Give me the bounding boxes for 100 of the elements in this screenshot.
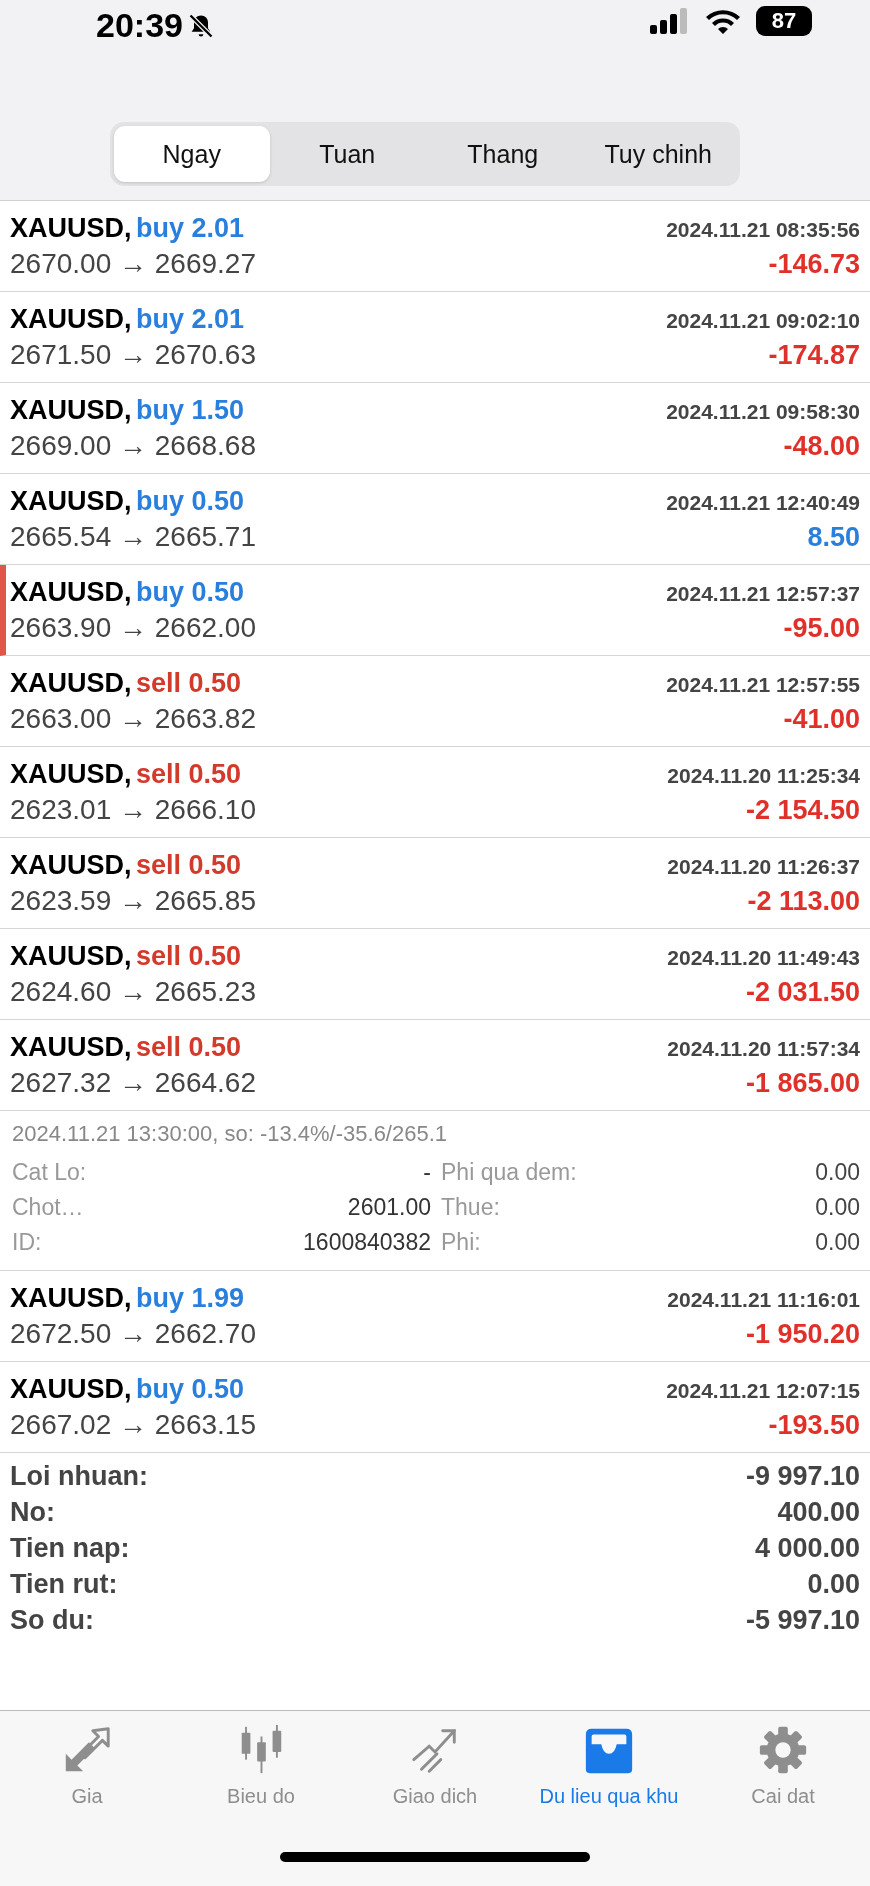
detail-label: ID: <box>12 1229 42 1256</box>
signal-icon <box>650 8 690 34</box>
deal-volume: buy 2.01 <box>135 212 245 243</box>
total-label: Tien rut: <box>10 1569 118 1600</box>
total-value: 4 000.00 <box>754 1533 860 1564</box>
deal-profit: -1 865.00 <box>745 1067 860 1099</box>
deal-volume: buy 0.50 <box>135 576 245 607</box>
deal-time: 2024.11.21 08:35:56 <box>666 217 860 242</box>
detail-label: Thue: <box>441 1194 500 1221</box>
detail-value: 0.00 <box>814 1194 860 1221</box>
deal-profit: -48.00 <box>783 430 860 462</box>
deal-symbol: XAUUSD, <box>10 303 132 334</box>
deal-volume: sell 0.50 <box>135 667 242 698</box>
period-tab[interactable]: Thang <box>425 126 581 182</box>
deal-summary: 2024.11.21 13:30:00, so: -13.4%/-35.6/265.1 <box>12 1121 449 1147</box>
deal-volume: buy 2.01 <box>135 303 245 334</box>
deal-time: 2024.11.21 11:16:01 <box>667 1287 860 1312</box>
period-tab[interactable]: Tuan <box>269 126 425 182</box>
total-label: Loi nhuan: <box>10 1461 148 1492</box>
deal-volume: sell 0.50 <box>135 940 242 971</box>
deal-row[interactable]: XAUUSD, buy 2.01 2024.11.21 08:35:56 2670.00 → 2669.27 -146.73 <box>0 201 870 292</box>
deal-prices: 2663.90 → 2662.00 <box>10 611 256 644</box>
deal-row[interactable]: XAUUSD, buy 0.50 2024.11.21 12:40:49 2665.54 → 2665.71 8.50 <box>0 474 870 565</box>
deal-row[interactable]: XAUUSD, buy 1.99 2024.11.21 11:16:01 2672.50 → 2662.70 -1 950.20 <box>0 1271 870 1362</box>
deal-time: 2024.11.21 09:02:10 <box>666 308 860 333</box>
deal-time: 2024.11.21 12:57:55 <box>666 672 860 697</box>
deal-volume: buy 0.50 <box>135 485 245 516</box>
detail-value: 1600840382 <box>302 1229 431 1256</box>
deal-row[interactable]: XAUUSD, sell 0.50 2024.11.20 11:26:37 2623.59 → 2665.85 -2 113.00 <box>0 838 870 929</box>
battery-icon: 87 <box>756 6 812 36</box>
deal-prices: 2623.59 → 2665.85 <box>10 884 256 917</box>
deal-row[interactable]: XAUUSD, sell 0.50 2024.11.21 12:57:55 2663.00 → 2663.82 -41.00 <box>0 656 870 747</box>
deal-volume: sell 0.50 <box>135 1031 242 1062</box>
deal-prices: 2669.00 → 2668.68 <box>10 429 256 462</box>
deal-row[interactable]: XAUUSD, buy 0.50 2024.11.21 12:07:15 2667.02 → 2663.15 -193.50 <box>0 1362 870 1453</box>
deal-row[interactable]: XAUUSD, sell 0.50 2024.11.20 11:57:34 2627.32 → 2664.62 -1 865.00 <box>0 1020 870 1111</box>
detail-value: 0.00 <box>814 1159 860 1186</box>
deal-profit: -2 154.50 <box>745 794 860 826</box>
deal-profit: 8.50 <box>807 521 860 553</box>
deal-time: 2024.11.20 11:57:34 <box>667 1036 860 1061</box>
deal-profit: -193.50 <box>768 1409 860 1441</box>
muted-bell-icon <box>186 11 215 40</box>
detail-label: Cat Lo: <box>12 1159 87 1186</box>
deal-symbol: XAUUSD, <box>10 212 132 243</box>
deal-symbol: XAUUSD, <box>10 667 132 698</box>
deal-profit: -41.00 <box>783 703 860 735</box>
total-value: 0.00 <box>807 1569 860 1600</box>
deal-prices: 2665.54 → 2665.71 <box>10 520 256 553</box>
deal-time: 2024.11.20 11:49:43 <box>667 945 860 970</box>
deal-row[interactable]: XAUUSD, buy 1.50 2024.11.21 09:58:30 2669.00 → 2668.68 -48.00 <box>0 383 870 474</box>
deal-row[interactable]: XAUUSD, sell 0.50 2024.11.20 11:49:43 2624.60 → 2665.23 -2 031.50 <box>0 929 870 1020</box>
deal-row[interactable]: XAUUSD, buy 0.50 2024.11.21 12:57:37 2663.90 → 2662.00 -95.00 <box>0 565 870 656</box>
detail-label: Chot… <box>12 1194 84 1221</box>
deal-symbol: XAUUSD, <box>10 1031 132 1062</box>
nav-tab[interactable]: Du lieu qua khu <box>522 1723 696 1808</box>
deal-prices: 2672.50 → 2662.70 <box>10 1317 256 1350</box>
deal-symbol: XAUUSD, <box>10 940 132 971</box>
deal-symbol: XAUUSD, <box>10 849 132 880</box>
deal-prices: 2670.00 → 2669.27 <box>10 247 256 280</box>
deal-volume: buy 0.50 <box>135 1373 245 1404</box>
period-tab[interactable]: Tuy chinh <box>580 126 736 182</box>
deal-row[interactable]: XAUUSD, buy 2.01 2024.11.21 09:02:10 2671.50 → 2670.63 -174.87 <box>0 292 870 383</box>
deal-volume: sell 0.50 <box>135 849 242 880</box>
detail-label: Phi: <box>441 1229 481 1256</box>
detail-value: 2601.00 <box>346 1194 431 1221</box>
period-tab[interactable]: Ngay <box>114 126 270 182</box>
deal-profit: -1 950.20 <box>745 1318 860 1350</box>
deal-prices: 2623.01 → 2666.10 <box>10 793 256 826</box>
wifi-icon <box>704 7 742 35</box>
deal-row[interactable]: XAUUSD, sell 0.50 2024.11.20 11:25:34 2623.01 → 2666.10 -2 154.50 <box>0 747 870 838</box>
deal-time: 2024.11.20 11:25:34 <box>667 763 860 788</box>
deal-prices: 2663.00 → 2663.82 <box>10 702 256 735</box>
deal-profit: -95.00 <box>783 612 860 644</box>
deal-symbol: XAUUSD, <box>10 485 132 516</box>
deal-time: 2024.11.21 09:58:30 <box>666 399 860 424</box>
detail-value: - <box>422 1159 431 1186</box>
deal-volume: sell 0.50 <box>135 758 242 789</box>
deal-time: 2024.11.21 12:07:15 <box>666 1378 860 1403</box>
deal-symbol: XAUUSD, <box>10 1282 132 1313</box>
deal-profit: -2 031.50 <box>745 976 860 1008</box>
total-label: No: <box>10 1497 55 1528</box>
total-value: -9 997.10 <box>745 1461 860 1492</box>
deal-prices: 2624.60 → 2665.23 <box>10 975 256 1008</box>
detail-label: Phi qua dem: <box>441 1159 577 1186</box>
deal-profit: -146.73 <box>768 248 860 280</box>
deal-time: 2024.11.21 12:40:49 <box>666 490 860 515</box>
deal-symbol: XAUUSD, <box>10 758 132 789</box>
deal-symbol: XAUUSD, <box>10 394 132 425</box>
deal-symbol: XAUUSD, <box>10 1373 132 1404</box>
total-label: So du: <box>10 1605 94 1636</box>
deal-time: 2024.11.20 11:26:37 <box>667 854 860 879</box>
deal-prices: 2671.50 → 2670.63 <box>10 338 256 371</box>
total-value: -5 997.10 <box>745 1605 860 1636</box>
status-time: 20:39 <box>96 6 183 45</box>
total-value: 400.00 <box>777 1497 860 1528</box>
deal-volume: buy 1.50 <box>135 394 245 425</box>
deal-profit: -2 113.00 <box>747 885 860 917</box>
deal-time: 2024.11.21 12:57:37 <box>666 581 860 606</box>
total-label: Tien nap: <box>10 1533 130 1564</box>
deal-volume: buy 1.99 <box>135 1282 245 1313</box>
